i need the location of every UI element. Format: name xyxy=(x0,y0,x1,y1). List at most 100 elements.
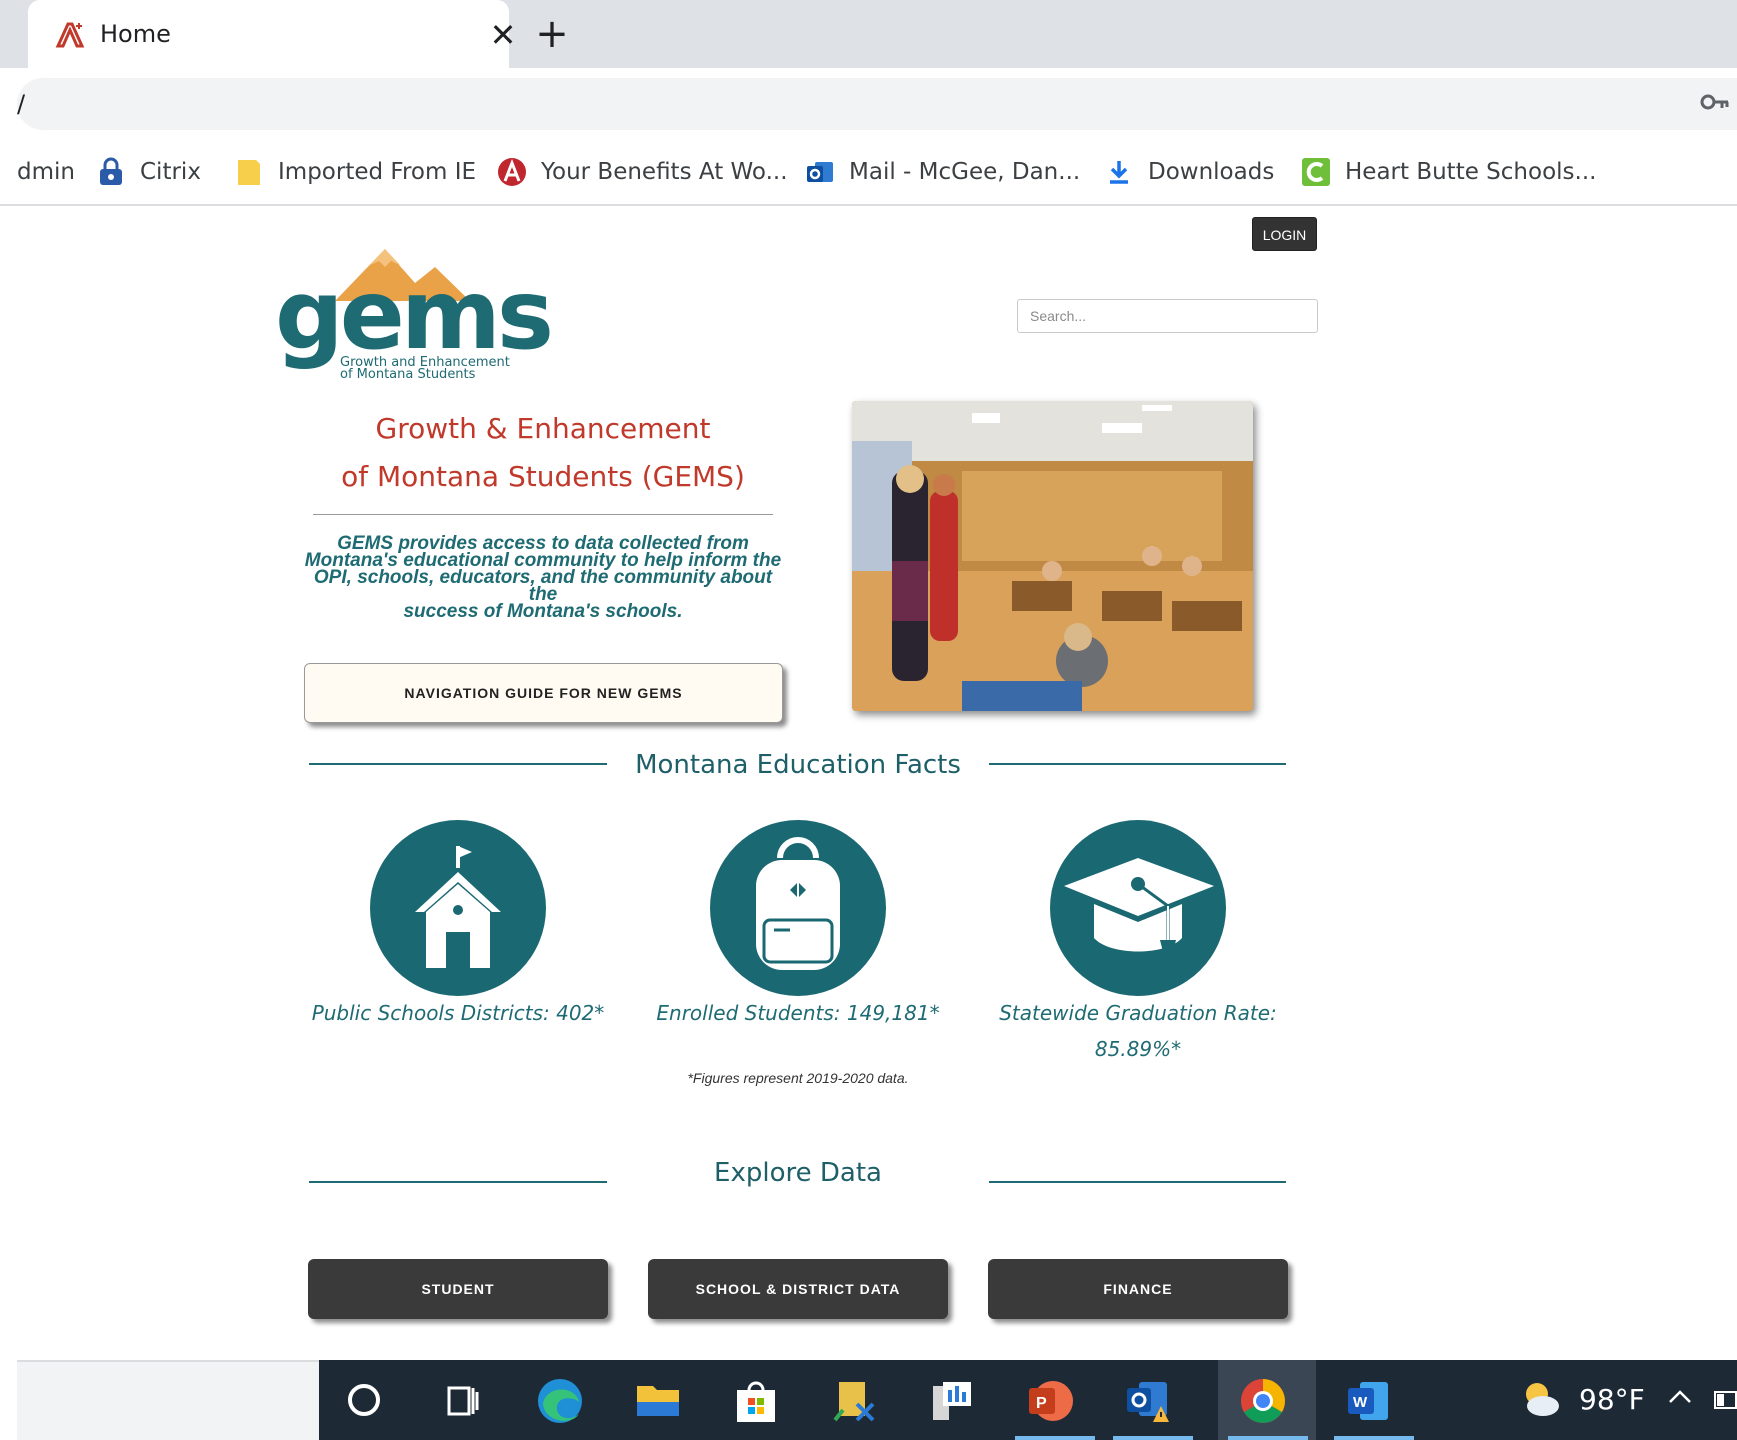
file-explorer-icon xyxy=(637,1386,679,1416)
running-indicator xyxy=(1334,1436,1414,1440)
bookmark-mail[interactable]: Mail - McGee, Dan... xyxy=(805,154,1080,190)
download-icon xyxy=(1110,161,1128,184)
screen: Home ✕ + / dmin Citrix Imported From IE … xyxy=(0,0,1737,1440)
fact-students-label: Enrolled Students: 149,181* xyxy=(656,1001,940,1025)
folder-icon xyxy=(238,160,260,185)
fact-districts-label: Public Schools Districts: 402* xyxy=(311,1001,605,1025)
task-view-button[interactable] xyxy=(417,1360,507,1440)
bookmark-your-benefits[interactable]: Your Benefits At Wo... xyxy=(497,154,788,190)
tab-home[interactable]: Home ✕ xyxy=(28,0,516,68)
weather-temperature[interactable]: 98°F xyxy=(1579,1383,1645,1416)
description-line: OPI, schools, educators, and the communi… xyxy=(313,567,773,605)
chrome-icon xyxy=(1241,1379,1285,1423)
store-button[interactable] xyxy=(711,1360,801,1440)
new-tab-button[interactable]: + xyxy=(532,14,572,54)
classroom-illustration xyxy=(852,401,1253,711)
fact-graduation-label: Statewide Graduation Rate: 85.89%* xyxy=(988,995,1288,1067)
browser-bottom-strip xyxy=(17,1360,319,1440)
page-title-line: of Montana Students (GEMS) xyxy=(341,460,745,493)
bookmark-label: Mail - McGee, Dan... xyxy=(849,159,1081,185)
word-button[interactable]: W xyxy=(1324,1360,1414,1440)
cortana-icon xyxy=(348,1384,380,1416)
gems-logo[interactable]: gems Growth and Enhancement of Montana S… xyxy=(275,245,554,385)
svg-text:W: W xyxy=(1353,1394,1368,1411)
edge-button[interactable] xyxy=(515,1360,605,1440)
footnote: *Figures represent 2019-2020 data. xyxy=(687,1070,909,1086)
schoolhouse-icon xyxy=(415,846,501,968)
app-button[interactable] xyxy=(809,1360,899,1440)
chevron-up-icon[interactable] xyxy=(1665,1382,1695,1412)
divider xyxy=(309,763,607,765)
task-view-icon xyxy=(447,1386,479,1416)
page-title-line: Growth & Enhancement xyxy=(375,412,711,445)
tray-icon[interactable] xyxy=(1714,1391,1737,1409)
tab-close-icon[interactable]: ✕ xyxy=(483,15,523,55)
student-button[interactable]: STUDENT xyxy=(308,1259,608,1319)
powerpoint-icon: P xyxy=(1029,1381,1073,1421)
backpack-icon xyxy=(756,837,840,970)
server-manager-button[interactable] xyxy=(907,1360,997,1440)
login-button[interactable]: LOGIN xyxy=(1252,217,1317,251)
citrix-lock-icon xyxy=(100,157,122,185)
school-district-data-button[interactable]: SCHOOL & DISTRICT DATA xyxy=(648,1259,948,1319)
word-icon: W xyxy=(1348,1382,1388,1420)
bookmark-label: Imported From IE xyxy=(278,159,477,185)
logo-tagline: of Montana Students xyxy=(340,367,476,382)
tab-title: Home xyxy=(100,20,171,48)
address-text: / xyxy=(17,90,26,118)
powerpoint-button[interactable]: P xyxy=(1005,1360,1095,1440)
bookmark-label: dmin xyxy=(17,159,75,185)
password-key-icon[interactable] xyxy=(1700,90,1730,114)
weather-icon[interactable] xyxy=(1519,1378,1563,1422)
app-icon xyxy=(833,1382,875,1422)
logo-word: gems xyxy=(275,259,554,371)
fact-graduation-badge xyxy=(1050,820,1226,996)
outlook-icon xyxy=(1127,1382,1169,1422)
fact-label-line: 85.89%* xyxy=(1094,1037,1182,1061)
bookmark-citrix[interactable]: Citrix xyxy=(96,154,201,190)
divider xyxy=(309,1181,607,1183)
server-manager-icon xyxy=(933,1382,971,1420)
bookmarks-bar: dmin Citrix Imported From IE Your Benefi… xyxy=(0,140,1737,206)
bookmark-imported-from-ie[interactable]: Imported From IE xyxy=(234,154,476,190)
acrobat-icon xyxy=(55,22,85,48)
tab-strip: Home ✕ + xyxy=(0,0,1737,68)
file-explorer-button[interactable] xyxy=(613,1360,703,1440)
bookmark-label: Citrix xyxy=(140,159,201,185)
bookmark-label: Heart Butte Schools... xyxy=(1345,159,1597,185)
heart-butte-icon xyxy=(1302,158,1330,186)
bookmark-heart-butte[interactable]: Heart Butte Schools... xyxy=(1301,154,1596,190)
finance-button[interactable]: FINANCE xyxy=(988,1259,1288,1319)
bookmark-label: Your Benefits At Wo... xyxy=(541,159,788,185)
fact-districts-badge xyxy=(370,820,546,996)
fact-students-badge xyxy=(710,820,886,996)
description-line: success of Montana's schools. xyxy=(403,601,683,622)
fact-label-line: Statewide Graduation Rate: xyxy=(999,1001,1277,1025)
address-bar[interactable]: / xyxy=(17,78,1737,130)
bookmark-label: Downloads xyxy=(1148,159,1275,185)
outlook-button[interactable] xyxy=(1103,1360,1193,1440)
explore-heading: Explore Data xyxy=(714,1158,882,1188)
facts-heading: Montana Education Facts xyxy=(635,750,961,780)
running-indicator xyxy=(1015,1436,1095,1440)
search-input[interactable] xyxy=(1017,299,1318,333)
graduation-cap-icon xyxy=(1064,858,1214,956)
bookmark-admin[interactable]: dmin xyxy=(17,154,75,190)
navigation-guide-button[interactable]: NAVIGATION GUIDE FOR NEW GEMS xyxy=(304,663,783,723)
taskbar: P W xyxy=(319,1360,1737,1440)
cortana-button[interactable] xyxy=(319,1360,409,1440)
edge-icon xyxy=(538,1379,582,1423)
outlook-icon xyxy=(807,162,833,182)
divider xyxy=(313,514,773,515)
bookmark-downloads[interactable]: Downloads xyxy=(1104,154,1274,190)
store-icon xyxy=(737,1381,775,1422)
divider xyxy=(989,763,1286,765)
svg-text:P: P xyxy=(1036,1395,1047,1412)
divider xyxy=(989,1181,1286,1183)
classroom-photo xyxy=(852,401,1253,711)
page-title: Growth & Enhancement of Montana Students… xyxy=(300,405,786,501)
running-indicator xyxy=(1113,1436,1193,1440)
running-indicator xyxy=(1228,1436,1308,1440)
page-description: GEMS provides access to data collected f… xyxy=(300,534,786,622)
chrome-button[interactable] xyxy=(1218,1360,1316,1440)
